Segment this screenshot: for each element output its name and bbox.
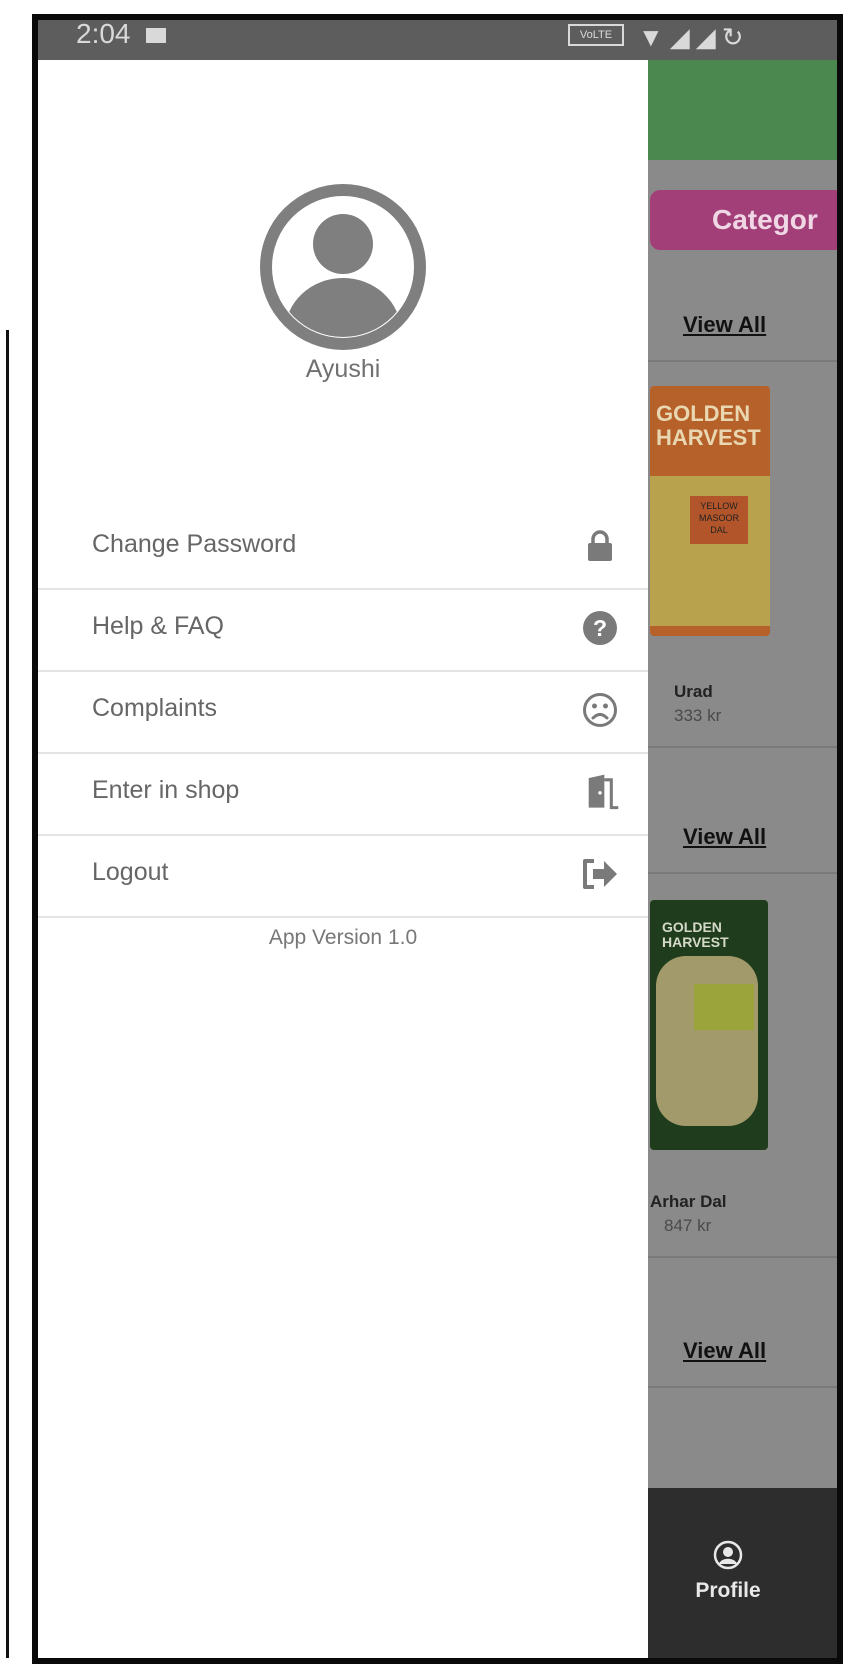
category-banner[interactable]: Categor bbox=[650, 190, 837, 250]
menu-item-label: Logout bbox=[92, 858, 169, 886]
user-avatar-icon bbox=[260, 184, 426, 350]
menu-item-complaints[interactable]: Complaints bbox=[38, 672, 648, 754]
navigation-drawer: Ayushi Change Password Help & FAQ ? Comp… bbox=[38, 60, 648, 1658]
volte-indicator: VoLTE bbox=[568, 24, 624, 46]
view-all-link[interactable]: View All bbox=[683, 824, 766, 850]
left-edge-line bbox=[6, 330, 9, 1658]
bottom-navigation: Profile bbox=[648, 1488, 837, 1658]
menu-item-label: Change Password bbox=[92, 530, 297, 558]
section-divider bbox=[648, 1386, 837, 1388]
menu-item-enter-in-shop[interactable]: Enter in shop bbox=[38, 754, 648, 836]
avatar[interactable] bbox=[258, 182, 428, 352]
nav-profile-tab[interactable]: Profile bbox=[648, 1540, 808, 1603]
svg-text:?: ? bbox=[593, 615, 607, 641]
door-icon bbox=[580, 772, 620, 812]
section-divider bbox=[648, 746, 837, 748]
product-price: 847 kr bbox=[664, 1216, 712, 1235]
user-name: Ayushi bbox=[305, 355, 381, 383]
app-version: App Version 1.0 bbox=[268, 926, 418, 949]
product-name: Arhar Dal bbox=[650, 1192, 727, 1211]
product-image-urad[interactable]: GOLDEN HARVEST YELLOW MASOOR DAL bbox=[650, 386, 770, 636]
product-price: 333 kr bbox=[674, 706, 722, 725]
menu-item-label: Help & FAQ bbox=[92, 612, 224, 640]
lock-icon bbox=[580, 526, 620, 566]
status-time: 2:04 bbox=[76, 18, 131, 49]
product-name: Urad bbox=[674, 682, 713, 701]
menu-item-help-faq[interactable]: Help & FAQ ? bbox=[38, 590, 648, 672]
help-icon: ? bbox=[580, 608, 620, 648]
view-all-link[interactable]: View All bbox=[683, 312, 766, 338]
product-image-arhar-dal[interactable]: GOLDEN HARVEST bbox=[650, 900, 768, 1150]
sad-face-icon bbox=[580, 690, 620, 730]
section-divider bbox=[648, 872, 837, 874]
drawer-menu: Change Password Help & FAQ ? Complaints … bbox=[38, 508, 648, 918]
logout-icon bbox=[580, 854, 620, 894]
menu-item-logout[interactable]: Logout bbox=[38, 836, 648, 918]
signal-icons: ▼◢◢↻ bbox=[638, 22, 750, 52]
phone-screen: 2:04 VoLTE ▼◢◢↻ Categor View All GOLDEN H… bbox=[32, 14, 843, 1664]
gallery-notification-icon bbox=[146, 28, 166, 43]
profile-icon bbox=[713, 1540, 743, 1570]
menu-item-label: Enter in shop bbox=[92, 776, 240, 804]
status-bar: 2:04 VoLTE ▼◢◢↻ bbox=[38, 20, 837, 60]
section-divider bbox=[648, 1256, 837, 1258]
nav-profile-label: Profile bbox=[695, 1579, 761, 1602]
menu-item-change-password[interactable]: Change Password bbox=[38, 508, 648, 590]
section-divider bbox=[648, 360, 837, 362]
menu-item-label: Complaints bbox=[92, 694, 218, 722]
app-header bbox=[648, 60, 837, 160]
view-all-link[interactable]: View All bbox=[683, 1338, 766, 1364]
